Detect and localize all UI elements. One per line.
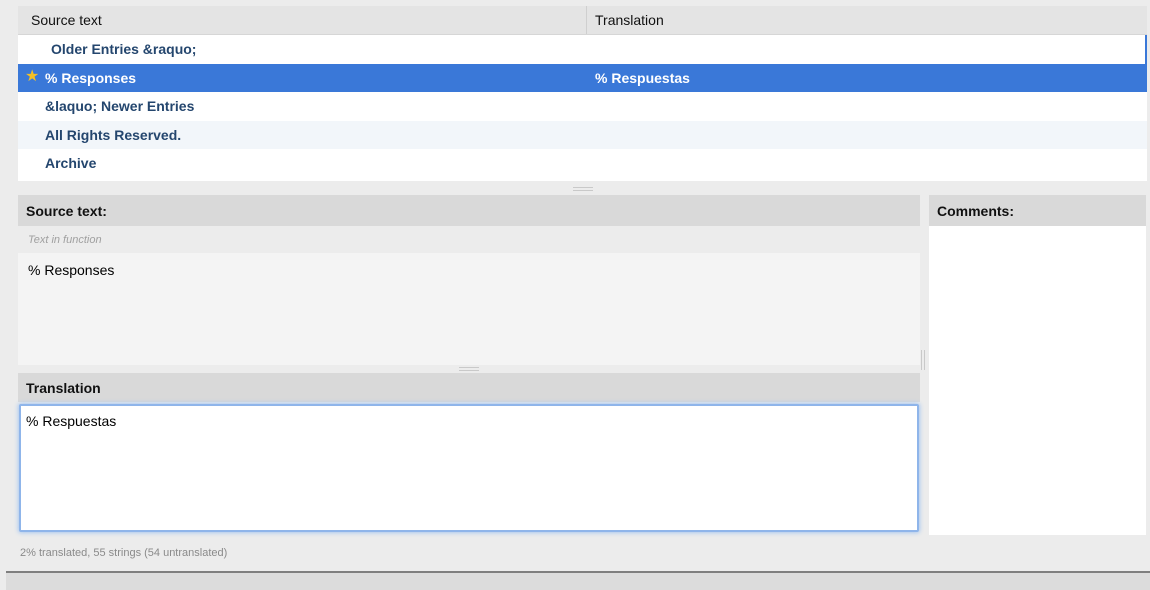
strings-table: Source text Translation Older Entries &r… [18,6,1147,181]
table-row[interactable]: Archive [18,149,1147,178]
comments-editor[interactable] [929,226,1146,535]
translation-text-value: % Respuestas [26,413,117,429]
source-text-view: % Responses [18,253,920,365]
column-header-source[interactable]: Source text [18,6,587,34]
status-text: 2% translated, 55 strings (54 untranslat… [20,547,228,559]
table-row-selected[interactable]: ★ % Responses % Respuestas [18,63,1147,92]
bottom-bar [6,571,1150,590]
row-translation-text: % Respuestas [595,69,690,86]
source-panel-title: Source text: [18,195,920,226]
row-source-label: % Responses [45,69,137,86]
table-row[interactable]: All Rights Reserved. [18,120,1147,149]
comments-panel-title: Comments: [929,195,1146,226]
star-icon: ★ [25,67,40,85]
table-row[interactable]: Older Entries &raquo; [18,35,1147,64]
source-context-hint: Text in function [18,226,920,253]
source-text-value: % Responses [28,262,115,278]
row-source-text: All Rights Reserved. [45,126,182,143]
comments-splitter-handle[interactable] [921,350,925,370]
row-source-text: Archive [45,155,97,172]
table-splitter-handle[interactable] [573,187,593,191]
source-splitter-handle[interactable] [459,367,479,371]
table-header: Source text Translation [18,6,1147,35]
row-source-text: ★ % Responses [18,67,587,86]
row-source-text: Older Entries &raquo; [51,41,197,58]
column-header-translation[interactable]: Translation [587,6,1147,34]
translation-editor[interactable]: % Respuestas [19,404,919,532]
translation-panel-title: Translation [18,373,920,402]
row-source-text: &laquo; Newer Entries [45,98,195,115]
table-row[interactable]: &laquo; Newer Entries [18,92,1147,121]
